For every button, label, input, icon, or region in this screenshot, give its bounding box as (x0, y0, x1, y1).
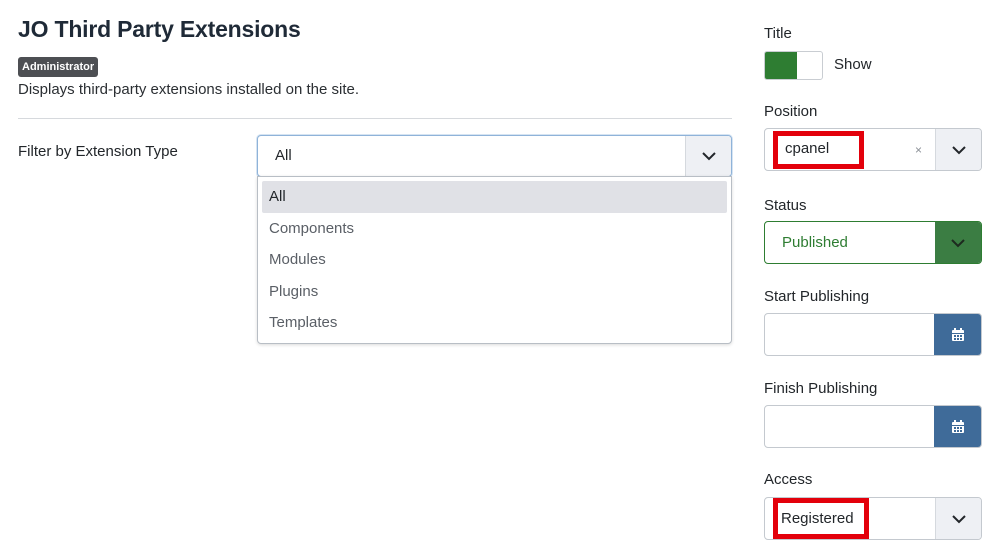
position-label: Position (764, 103, 818, 120)
access-label: Access (764, 471, 813, 488)
title-show-toggle[interactable] (764, 51, 823, 80)
toggle-on-indicator (765, 52, 797, 79)
option-components[interactable]: Components (262, 213, 727, 245)
calendar-icon[interactable] (934, 314, 981, 355)
start-publishing-field[interactable] (764, 313, 982, 356)
page-title: JO Third Party Extensions (18, 16, 301, 42)
finish-publishing-label: Finish Publishing (764, 380, 878, 397)
clear-icon[interactable]: × (915, 143, 922, 157)
chevron-down-icon[interactable] (935, 129, 981, 170)
filter-label: Filter by Extension Type (18, 143, 178, 160)
client-badge: Administrator (18, 57, 99, 77)
calendar-icon[interactable] (934, 406, 981, 447)
option-plugins[interactable]: Plugins (262, 276, 727, 308)
status-value: Published (782, 234, 848, 251)
finish-publishing-field[interactable] (764, 405, 982, 448)
extension-type-select[interactable]: All (257, 135, 732, 177)
option-all[interactable]: All (262, 181, 727, 213)
chevron-down-icon[interactable] (935, 498, 981, 539)
module-description: Displays third-party extensions installe… (18, 81, 360, 98)
option-templates[interactable]: Templates (262, 307, 727, 339)
select-value: All (275, 147, 292, 164)
status-label: Status (764, 197, 807, 214)
position-select[interactable]: cpanel × (764, 128, 982, 171)
access-value: Registered (781, 510, 854, 527)
access-select[interactable]: Registered (764, 497, 982, 540)
extension-type-options: All Components Modules Plugins Templates (257, 176, 732, 344)
toggle-show-text: Show (834, 56, 872, 73)
divider (18, 118, 732, 119)
title-label: Title (764, 25, 792, 42)
status-select[interactable]: Published (764, 221, 982, 264)
option-modules[interactable]: Modules (262, 244, 727, 276)
chevron-down-icon[interactable] (685, 136, 731, 176)
start-publishing-label: Start Publishing (764, 288, 870, 305)
position-value: cpanel (785, 140, 830, 157)
chevron-down-icon[interactable] (935, 222, 981, 263)
